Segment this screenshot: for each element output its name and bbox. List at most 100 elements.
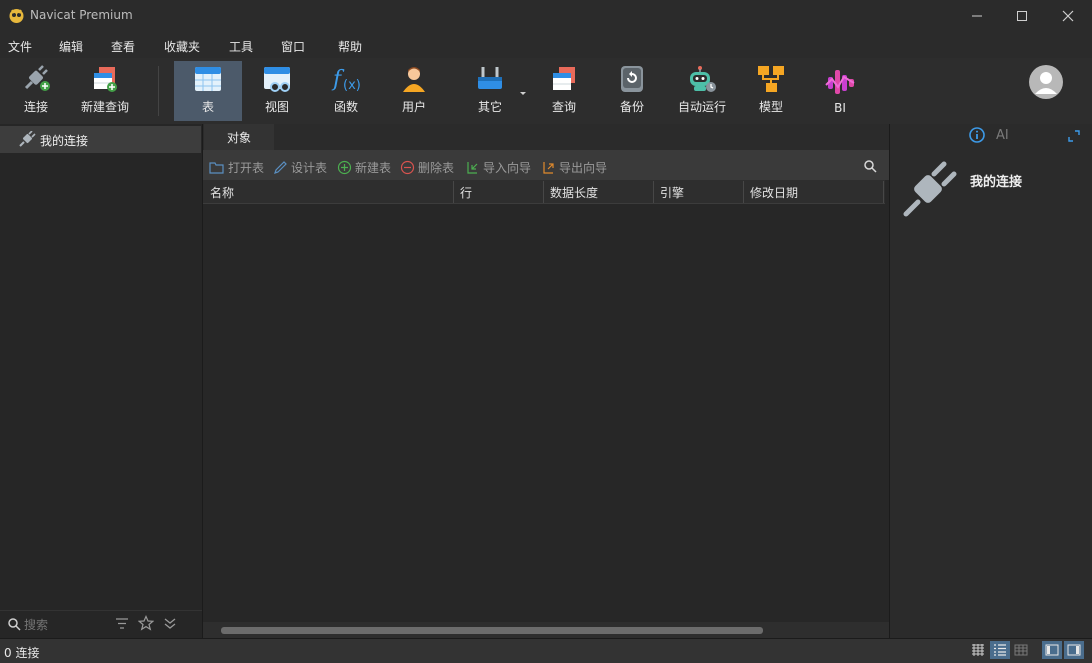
query-icon: [553, 67, 575, 90]
detail-view-button[interactable]: [1011, 641, 1031, 659]
tools-icon: [478, 67, 502, 89]
import-icon: [467, 162, 478, 174]
import-wizard-button[interactable]: 导入向导: [465, 159, 531, 176]
user-button[interactable]: 用户: [386, 61, 442, 121]
toggle-right-panel-button[interactable]: [1064, 641, 1084, 659]
function-label: 函数: [333, 100, 358, 114]
folder-open-icon: [209, 161, 224, 174]
bi-button[interactable]: BI: [812, 61, 868, 121]
menu-favorites[interactable]: 收藏夹: [164, 38, 200, 55]
plus-circle-icon: [337, 160, 352, 175]
column-divider[interactable]: [743, 181, 744, 203]
grid-view-button[interactable]: [968, 641, 988, 659]
column-divider[interactable]: [453, 181, 454, 203]
maximize-button[interactable]: [999, 0, 1045, 32]
title-bar: [0, 0, 1092, 32]
connection-item[interactable]: 我的连接: [0, 126, 201, 153]
list-icon: [994, 644, 1006, 656]
menu-edit[interactable]: 编辑: [59, 38, 83, 55]
ai-tab[interactable]: AI: [996, 128, 1009, 143]
backup-icon: [621, 66, 643, 92]
view-button[interactable]: 视图: [248, 61, 306, 121]
toolbar-divider: [158, 66, 159, 116]
model-button[interactable]: 模型: [744, 61, 798, 121]
view-icon: [264, 67, 290, 92]
new-query-label: 新建查询: [80, 100, 129, 114]
star-icon[interactable]: [138, 615, 154, 631]
function-button[interactable]: f (x) 函数: [318, 61, 374, 121]
other-label: 其它: [477, 100, 502, 114]
export-icon: [543, 162, 554, 174]
new-table-label: 新建表: [355, 161, 392, 175]
menu-help[interactable]: 帮助: [338, 38, 362, 55]
connection-sidebar: [0, 124, 203, 638]
menu-view[interactable]: 查看: [111, 38, 135, 55]
menu-file[interactable]: 文件: [8, 38, 32, 55]
menu-tools[interactable]: 工具: [229, 38, 253, 55]
info-icon[interactable]: [969, 127, 985, 143]
pencil-icon: [274, 160, 287, 174]
search-icon: [8, 618, 21, 631]
user-label: 用户: [401, 100, 426, 114]
other-dropdown-chevron-icon[interactable]: [519, 86, 527, 100]
grid-icon: [972, 644, 984, 656]
column-divider[interactable]: [883, 181, 884, 203]
sidebar-search-input[interactable]: [22, 615, 106, 635]
backup-button[interactable]: 备份: [604, 61, 660, 121]
design-table-button[interactable]: 设计表: [273, 159, 327, 176]
query-label: 查询: [551, 100, 576, 114]
design-table-label: 设计表: [291, 161, 328, 175]
expand-icon[interactable]: [1068, 130, 1080, 142]
column-modified-date[interactable]: 修改日期: [750, 184, 798, 201]
open-table-button[interactable]: 打开表: [209, 159, 264, 176]
collapse-chevron-icon[interactable]: [163, 616, 177, 630]
column-data-length[interactable]: 数据长度: [550, 184, 598, 201]
new-table-button[interactable]: 新建表: [337, 159, 391, 176]
connection-plug-icon: [19, 131, 36, 147]
list-view-button[interactable]: [990, 641, 1010, 659]
automation-label: 自动运行: [677, 100, 726, 114]
window-title: Navicat Premium: [30, 8, 133, 22]
column-divider[interactable]: [543, 181, 544, 203]
info-panel-title: 我的连接: [970, 175, 1023, 190]
robot-icon: [690, 66, 716, 92]
table-label: 表: [201, 100, 214, 114]
column-divider[interactable]: [653, 181, 654, 203]
column-rows[interactable]: 行: [460, 184, 472, 201]
tab-bar: [203, 124, 889, 150]
export-wizard-button[interactable]: 导出向导: [541, 159, 607, 176]
connection-count: 0 连接: [4, 646, 40, 660]
right-panel-icon: [1067, 644, 1081, 656]
delete-table-button[interactable]: 删除表: [400, 159, 454, 176]
account-avatar[interactable]: [1028, 64, 1064, 103]
filter-icon[interactable]: [115, 617, 129, 630]
svg-text:(x): (x): [343, 78, 361, 93]
minus-circle-icon: [400, 160, 415, 175]
connect-button[interactable]: 连接: [12, 61, 60, 121]
table-button[interactable]: 表: [174, 61, 242, 121]
bi-icon: [825, 70, 855, 94]
model-icon: [758, 66, 784, 92]
other-button[interactable]: 其它: [462, 61, 518, 121]
connect-label: 连接: [23, 100, 48, 114]
model-label: 模型: [758, 100, 783, 114]
new-query-icon: [94, 67, 117, 92]
column-name[interactable]: 名称: [210, 184, 234, 201]
tab-objects[interactable]: 对象: [204, 124, 274, 150]
plug-icon: [24, 65, 50, 91]
toggle-left-panel-button[interactable]: [1042, 641, 1062, 659]
object-search-icon[interactable]: [864, 160, 877, 173]
open-table-label: 打开表: [228, 161, 265, 175]
new-query-button[interactable]: 新建查询: [72, 61, 138, 121]
view-label: 视图: [264, 100, 289, 114]
import-wizard-label: 导入向导: [483, 161, 532, 175]
menu-window[interactable]: 窗口: [281, 38, 305, 55]
column-engine[interactable]: 引擎: [660, 184, 684, 201]
delete-table-label: 删除表: [418, 161, 455, 175]
close-button[interactable]: [1045, 0, 1091, 32]
horizontal-scrollbar-thumb[interactable]: [221, 627, 763, 634]
query-button[interactable]: 查询: [536, 61, 592, 121]
automation-button[interactable]: 自动运行: [672, 61, 732, 121]
minimize-button[interactable]: [954, 0, 1000, 32]
export-wizard-label: 导出向导: [559, 161, 608, 175]
